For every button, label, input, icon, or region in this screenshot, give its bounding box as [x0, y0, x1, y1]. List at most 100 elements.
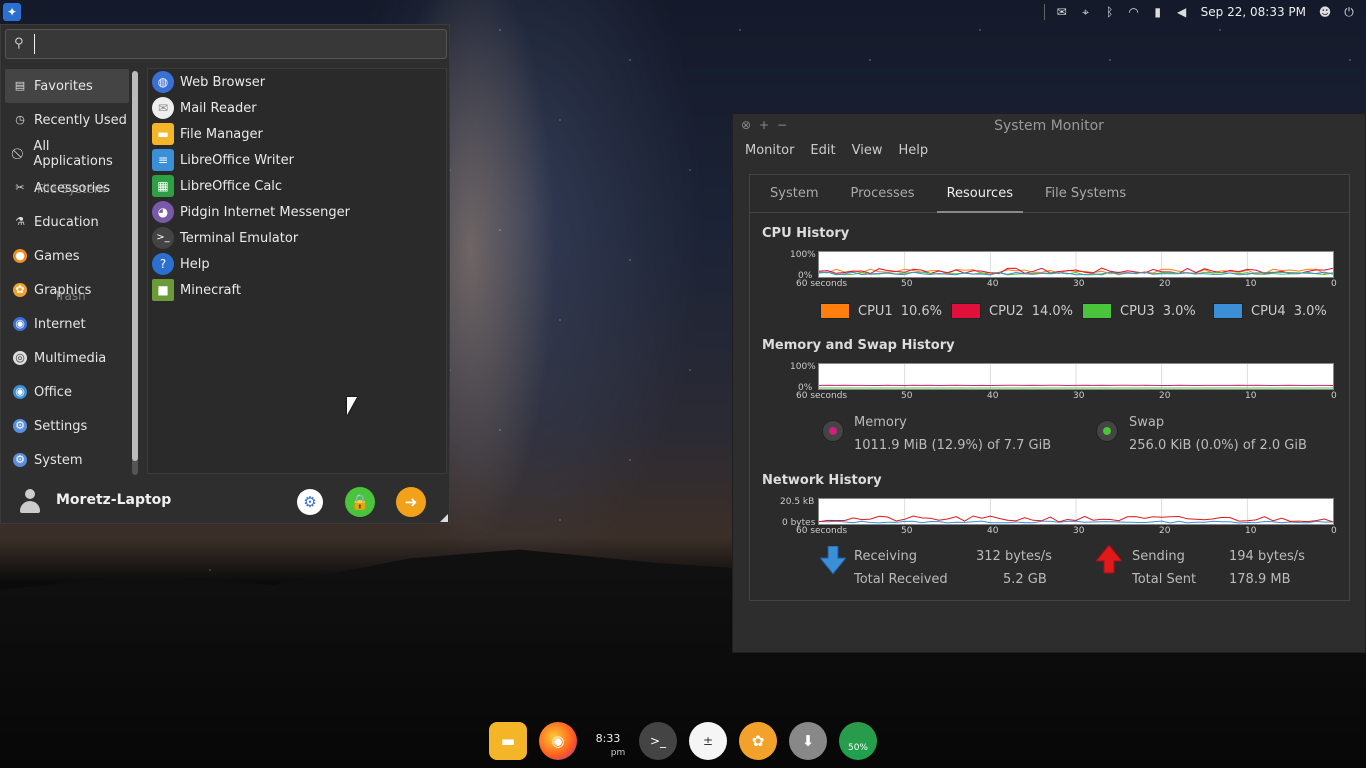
battery-dock-label: 50%: [847, 743, 868, 753]
x-tick-label: 60 seconds: [796, 391, 848, 401]
tab-system[interactable]: System: [760, 175, 828, 212]
installer-dock-icon[interactable]: ⬇: [789, 722, 827, 760]
desktop-trash-label: Trash: [54, 289, 86, 303]
terminal-icon: >_: [152, 227, 174, 249]
swap-value: 256.0 KiB (0.0%) of 2.0 GiB: [1129, 438, 1307, 453]
x-tick-label: 10: [1245, 391, 1257, 401]
app-pidgin[interactable]: ◕ Pidgin Internet Messenger: [148, 199, 446, 225]
app-label: Web Browser: [180, 74, 266, 90]
cpu2-value: 14.0%: [1031, 303, 1074, 319]
cpu3-swatch[interactable]: [1082, 303, 1112, 319]
users-icon[interactable]: ☻: [1318, 5, 1332, 19]
category-label: System: [34, 452, 83, 468]
mail-icon[interactable]: ✉: [1055, 5, 1069, 19]
app-libreoffice-calc[interactable]: ▦ LibreOffice Calc: [148, 173, 446, 199]
menu-help[interactable]: Help: [898, 143, 928, 158]
menu-monitor[interactable]: Monitor: [745, 143, 794, 158]
scrollbar-thumb[interactable]: [132, 71, 138, 461]
x-tick-label: 0: [1331, 279, 1337, 289]
x-tick-label: 40: [987, 526, 999, 536]
category-office[interactable]: ◉ Office: [5, 375, 129, 409]
bluetooth-icon[interactable]: ᛒ: [1103, 5, 1117, 19]
app-libreoffice-writer[interactable]: ≡ LibreOffice Writer: [148, 147, 446, 173]
education-icon: ⚗: [15, 215, 25, 228]
category-system[interactable]: ⚙ System: [5, 443, 129, 477]
help-icon: ?: [152, 253, 174, 275]
legend-cpu4: CPU4 3.0%: [1213, 303, 1327, 319]
accessories-icon: ✂: [15, 181, 25, 194]
cpu-graph-svg: [819, 252, 1333, 277]
wifi-icon[interactable]: ◠: [1127, 5, 1141, 19]
lock-screen-button[interactable]: 🔒: [345, 487, 375, 517]
total-sent-label: Total Sent: [1132, 572, 1197, 587]
dock: ▬ ◉ 8:33 pm >_ ± ✿ ⬇ 50%: [486, 720, 880, 760]
resize-grip[interactable]: [440, 514, 448, 522]
category-list: ▤ Favorites ◷ Recently Used ⃠ All Applic…: [5, 69, 129, 479]
settings-manager-button[interactable]: ⚙: [297, 489, 323, 515]
category-internet[interactable]: ◉ Internet: [5, 307, 129, 341]
category-scrollbar[interactable]: [132, 71, 138, 475]
calculator-dock-icon[interactable]: ±: [689, 722, 727, 760]
category-all-applications[interactable]: ⃠ All Applications: [5, 137, 129, 171]
app-terminal-emulator[interactable]: >_ Terminal Emulator: [148, 225, 446, 251]
sending-arrow-icon: [1096, 545, 1122, 574]
receiving-value: 312 bytes/s: [976, 549, 1052, 564]
app-web-browser[interactable]: ◍ Web Browser: [148, 69, 446, 95]
tab-processes[interactable]: Processes: [840, 175, 924, 212]
legend-cpu1: CPU1 10.6%: [820, 303, 942, 319]
search-box: ⚲: [5, 29, 447, 59]
battery-icon[interactable]: ▮: [1151, 5, 1165, 19]
menu-view[interactable]: View: [852, 143, 883, 158]
app-help[interactable]: ? Help: [148, 251, 446, 277]
net-y-top: 20.5 kB: [780, 497, 815, 507]
cpu1-swatch[interactable]: [820, 303, 850, 319]
search-icon: ⚲: [14, 36, 24, 51]
menu-edit[interactable]: Edit: [810, 143, 835, 158]
category-games[interactable]: ● Games: [5, 239, 129, 273]
volume-icon[interactable]: ◀: [1175, 5, 1189, 19]
x-tick-label: 30: [1073, 279, 1085, 289]
cpu4-swatch[interactable]: [1213, 303, 1243, 319]
terminal-dock-icon[interactable]: >_: [639, 722, 677, 760]
menubar: Monitor Edit View Help: [733, 138, 1365, 162]
cpu2-swatch[interactable]: [951, 303, 981, 319]
clock-dock-icon[interactable]: 8:33 pm: [589, 722, 627, 760]
sending-value: 194 bytes/s: [1229, 549, 1305, 564]
search-input[interactable]: [34, 34, 434, 54]
xfce-logo-icon[interactable]: ✦: [3, 3, 21, 21]
category-label: Favorites: [34, 78, 93, 94]
battery-dock-icon[interactable]: 50%: [839, 722, 877, 760]
category-settings[interactable]: ⚙ Settings: [5, 409, 129, 443]
tab-file-systems[interactable]: File Systems: [1035, 175, 1136, 212]
cpu2-name: CPU2: [989, 303, 1024, 319]
category-label: All Applications: [33, 139, 113, 169]
power-icon[interactable]: ⏻: [1342, 5, 1356, 19]
memory-graph: [818, 363, 1334, 390]
x-tick-label: 50: [901, 391, 913, 401]
app-minecraft[interactable]: ■ Minecraft: [148, 277, 446, 303]
swap-dial[interactable]: [1096, 420, 1118, 442]
location-icon[interactable]: ⌖: [1079, 5, 1093, 19]
log-out-button[interactable]: ➜: [396, 487, 426, 517]
memory-dial[interactable]: [822, 420, 844, 442]
category-education[interactable]: ⚗ Education: [5, 205, 129, 239]
paint-dock-icon[interactable]: ✿: [739, 722, 777, 760]
system-icon: ⚙: [13, 453, 27, 467]
x-tick-label: 20: [1159, 526, 1171, 536]
category-label: Settings: [34, 418, 88, 434]
files-dock-icon[interactable]: ▬: [489, 722, 527, 760]
category-favorites[interactable]: ▤ Favorites: [5, 69, 129, 103]
category-label: Recently Used: [34, 112, 127, 128]
app-file-manager[interactable]: ▬ File Manager: [148, 121, 446, 147]
x-tick-label: 60 seconds: [796, 279, 848, 289]
app-mail-reader[interactable]: ✉ Mail Reader: [148, 95, 446, 121]
system-monitor-window: ⊗ + − System Monitor Monitor Edit View H…: [732, 113, 1366, 653]
favorites-icon: ▤: [14, 79, 26, 92]
app-label: File Manager: [180, 126, 263, 142]
firefox-dock-icon[interactable]: ◉: [539, 722, 577, 760]
tab-resources[interactable]: Resources: [936, 175, 1024, 213]
x-tick-label: 60 seconds: [796, 526, 848, 536]
panel-clock[interactable]: Sep 22, 08:33 PM: [1201, 5, 1306, 19]
category-recently-used[interactable]: ◷ Recently Used: [5, 103, 129, 137]
category-multimedia[interactable]: ◎ Multimedia: [5, 341, 129, 375]
